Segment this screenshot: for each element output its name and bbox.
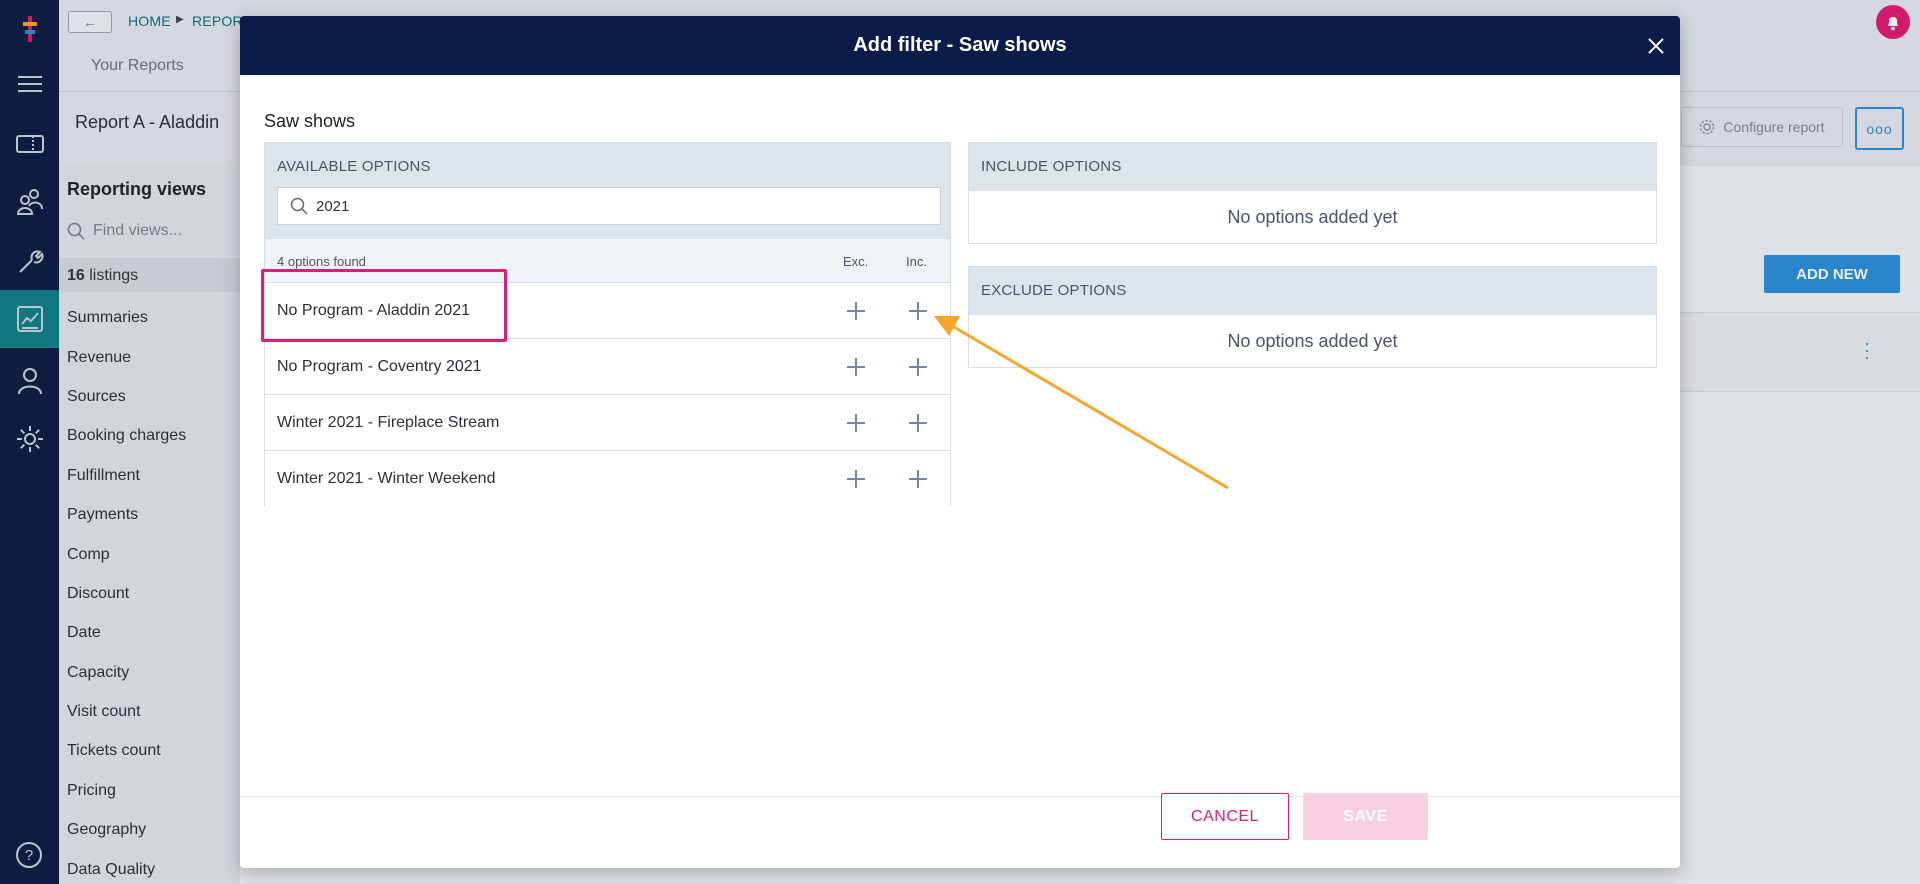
option-label: Winter 2021 - Fireplace Stream [277, 414, 500, 431]
option-label: No Program - Coventry 2021 [277, 358, 482, 375]
options-found-count: 4 options found [277, 254, 366, 269]
options-search-input[interactable] [316, 197, 916, 215]
include-plus-icon[interactable] [908, 301, 928, 321]
option-label: Winter 2021 - Winter Weekend [277, 470, 496, 487]
exclude-plus-icon[interactable] [846, 413, 866, 433]
filter-subtitle: Saw shows [264, 111, 356, 131]
modal-title: Add filter - Saw shows [853, 34, 1067, 56]
exclude-options-title: EXCLUDE OPTIONS [981, 282, 1127, 299]
close-icon[interactable] [1646, 36, 1666, 56]
modal-header: Add filter - Saw shows [240, 16, 1680, 75]
available-options-header: AVAILABLE OPTIONS [265, 143, 950, 239]
include-plus-icon[interactable] [908, 413, 928, 433]
modal-footer [240, 796, 1680, 868]
include-options-header: INCLUDE OPTIONS [969, 143, 1656, 191]
option-row: Winter 2021 - Winter Weekend [265, 451, 950, 507]
exclude-column-header: Exc. [843, 254, 869, 269]
include-column-header: Inc. [906, 254, 927, 269]
save-button[interactable]: SAVE [1303, 793, 1428, 840]
add-filter-modal: Add filter - Saw shows Saw shows AVAILAB… [240, 16, 1680, 868]
available-options-title: AVAILABLE OPTIONS [277, 158, 431, 175]
cancel-button[interactable]: CANCEL [1161, 793, 1289, 840]
include-plus-icon[interactable] [908, 469, 928, 489]
option-row: Winter 2021 - Fireplace Stream [265, 395, 950, 451]
exclude-empty-message: No options added yet [969, 315, 1656, 367]
exclude-options-panel: EXCLUDE OPTIONS No options added yet [968, 266, 1657, 368]
exclude-plus-icon[interactable] [846, 357, 866, 377]
include-empty-message: No options added yet [969, 191, 1656, 243]
option-row: No Program - Coventry 2021 [265, 339, 950, 395]
exclude-plus-icon[interactable] [846, 301, 866, 321]
include-options-panel: INCLUDE OPTIONS No options added yet [968, 142, 1657, 244]
search-icon [290, 197, 308, 215]
include-options-title: INCLUDE OPTIONS [981, 158, 1122, 175]
exclude-plus-icon[interactable] [846, 469, 866, 489]
options-search-box[interactable] [277, 187, 941, 225]
highlight-box [261, 269, 507, 342]
include-plus-icon[interactable] [908, 357, 928, 377]
exclude-options-header: EXCLUDE OPTIONS [969, 267, 1656, 315]
